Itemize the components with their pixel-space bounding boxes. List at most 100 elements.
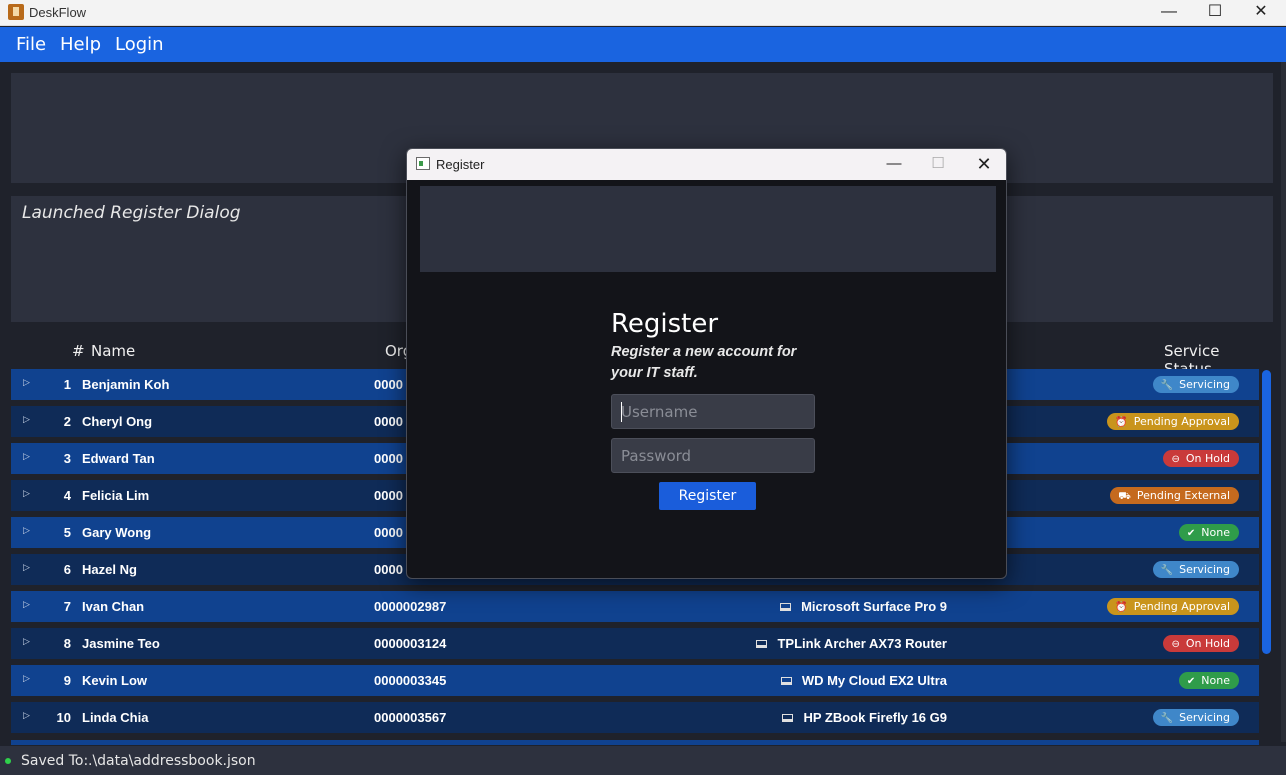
status-badge: 🔧 Servicing — [1152, 709, 1239, 726]
list-item[interactable]: ▷ 7 Ivan Chan 0000002987 Microsoft Surface P… — [11, 591, 1259, 622]
status-file-path: .\data\addressbook.json — [88, 753, 256, 769]
register-button[interactable]: Register — [659, 482, 756, 510]
row-org-id: 0000002987 — [374, 599, 447, 614]
result-message: Launched Register Dialog — [22, 203, 241, 223]
laptop-icon — [782, 714, 794, 722]
row-device: HP ZBook Firefly 16 G9 — [782, 710, 947, 725]
expand-arrow-icon[interactable]: ▷ — [23, 562, 30, 573]
expand-arrow-icon[interactable]: ▷ — [23, 414, 30, 425]
clock-icon: ⏰ — [1115, 602, 1128, 613]
expand-arrow-icon[interactable]: ▷ — [23, 636, 30, 647]
dialog-titlebar: Register — ☐ ✕ — [407, 149, 1006, 180]
status-badge: ⊖ On Hold — [1163, 450, 1239, 467]
minimize-button[interactable]: — — [1146, 0, 1192, 26]
status-badge-label: On Hold — [1185, 637, 1230, 650]
row-index: 6 — [63, 562, 71, 577]
menu-file[interactable]: File — [16, 34, 46, 55]
dialog-banner — [420, 186, 996, 272]
status-badge: ⊖ On Hold — [1163, 635, 1239, 652]
expand-arrow-icon[interactable]: ▷ — [23, 451, 30, 462]
status-label: Saved To: — [21, 753, 89, 769]
row-name: Ivan Chan — [82, 599, 145, 614]
dialog-maximize-button[interactable]: ☐ — [916, 151, 960, 177]
status-badge: ✔ None — [1178, 672, 1239, 689]
row-device-name: HP ZBook Firefly 16 G9 — [803, 710, 947, 725]
check-icon: ✔ — [1186, 528, 1196, 539]
wrench-icon: 🔧 — [1160, 380, 1174, 391]
list-item[interactable]: ▷ 9 Kevin Low 0000003345 WD My Cloud EX2 Ult… — [11, 665, 1259, 696]
list-item-partial[interactable] — [11, 740, 1259, 745]
list-scrollbar-thumb[interactable] — [1262, 370, 1271, 654]
status-badge: 🔧 Servicing — [1152, 561, 1239, 578]
row-index: 2 — [63, 414, 71, 429]
status-badge-label: Pending Approval — [1133, 415, 1230, 428]
row-org-id: 0000003345 — [374, 673, 447, 688]
menu-help[interactable]: Help — [60, 34, 101, 55]
row-index: 4 — [63, 488, 71, 503]
wrench-icon: 🔧 — [1160, 713, 1174, 724]
stop-icon: ⊖ — [1171, 454, 1180, 465]
status-badge-label: Servicing — [1179, 378, 1230, 391]
expand-arrow-icon[interactable]: ▷ — [23, 599, 30, 610]
password-input[interactable] — [611, 438, 815, 473]
status-indicator-icon — [5, 758, 11, 764]
check-icon: ✔ — [1186, 676, 1196, 687]
status-badge-label: Pending External — [1136, 489, 1230, 502]
username-input[interactable] — [611, 394, 815, 429]
row-device: TPLink Archer AX73 Router — [756, 636, 947, 651]
list-item[interactable]: ▷ 10 Linda Chia 0000003567 HP ZBook Firefly … — [11, 702, 1259, 733]
row-org-id: 0000003124 — [374, 636, 447, 651]
row-name: Jasmine Teo — [82, 636, 160, 651]
row-name: Hazel Ng — [82, 562, 137, 577]
row-index: 3 — [63, 451, 71, 466]
window-titlebar: DeskFlow — ☐ ✕ — [0, 0, 1286, 26]
window-title: DeskFlow — [29, 5, 87, 20]
row-name: Gary Wong — [82, 525, 152, 540]
row-name: Cheryl Ong — [82, 414, 153, 429]
window-edge — [1281, 62, 1286, 742]
row-org-id: 0000 — [374, 451, 403, 466]
row-org-id: 0000 — [374, 562, 403, 577]
expand-arrow-icon[interactable]: ▷ — [23, 710, 30, 721]
dialog-title: Register — [436, 157, 485, 172]
row-name: Edward Tan — [82, 451, 155, 466]
expand-arrow-icon[interactable]: ▷ — [23, 525, 30, 536]
row-org-id: 0000003567 — [374, 710, 447, 725]
row-device-name: Microsoft Surface Pro 9 — [801, 599, 947, 614]
expand-arrow-icon[interactable]: ▷ — [23, 377, 30, 388]
row-name: Benjamin Koh — [82, 377, 170, 392]
row-index: 7 — [63, 599, 71, 614]
row-device-name: TPLink Archer AX73 Router — [777, 636, 947, 651]
status-badge: ✔ None — [1178, 524, 1239, 541]
status-badge-label: On Hold — [1185, 452, 1230, 465]
status-badge: 🔧 Servicing — [1152, 376, 1239, 393]
status-badge-label: None — [1201, 526, 1230, 539]
dialog-minimize-button[interactable]: — — [872, 151, 916, 177]
laptop-icon — [756, 640, 768, 648]
header-name: Name — [91, 342, 136, 360]
row-index: 9 — [63, 673, 71, 688]
list-item[interactable]: ▷ 8 Jasmine Teo 0000003124 TPLink Archer AX7… — [11, 628, 1259, 659]
dialog-close-button[interactable]: ✕ — [962, 151, 1006, 177]
truck-icon: ⛟ — [1118, 491, 1131, 502]
text-caret — [621, 402, 622, 422]
row-index: 5 — [63, 525, 71, 540]
register-dialog: Register — ☐ ✕ Register Register a new a… — [406, 148, 1007, 579]
row-index: 8 — [63, 636, 71, 651]
row-name: Kevin Low — [82, 673, 148, 688]
close-button[interactable]: ✕ — [1238, 0, 1284, 26]
maximize-button[interactable]: ☐ — [1192, 0, 1238, 26]
status-badge: ⏰ Pending Approval — [1107, 413, 1239, 430]
expand-arrow-icon[interactable]: ▷ — [23, 673, 30, 684]
expand-arrow-icon[interactable]: ▷ — [23, 488, 30, 499]
row-org-id: 0000 — [374, 377, 403, 392]
row-org-id: 0000 — [374, 488, 403, 503]
laptop-icon — [780, 603, 792, 611]
status-badge-label: Servicing — [1179, 563, 1230, 576]
header-index: # — [72, 342, 85, 360]
clock-icon: ⏰ — [1115, 417, 1128, 428]
status-badge-label: None — [1201, 674, 1230, 687]
status-badge-label: Pending Approval — [1133, 600, 1230, 613]
menu-login[interactable]: Login — [115, 34, 164, 55]
laptop-icon — [780, 677, 792, 685]
